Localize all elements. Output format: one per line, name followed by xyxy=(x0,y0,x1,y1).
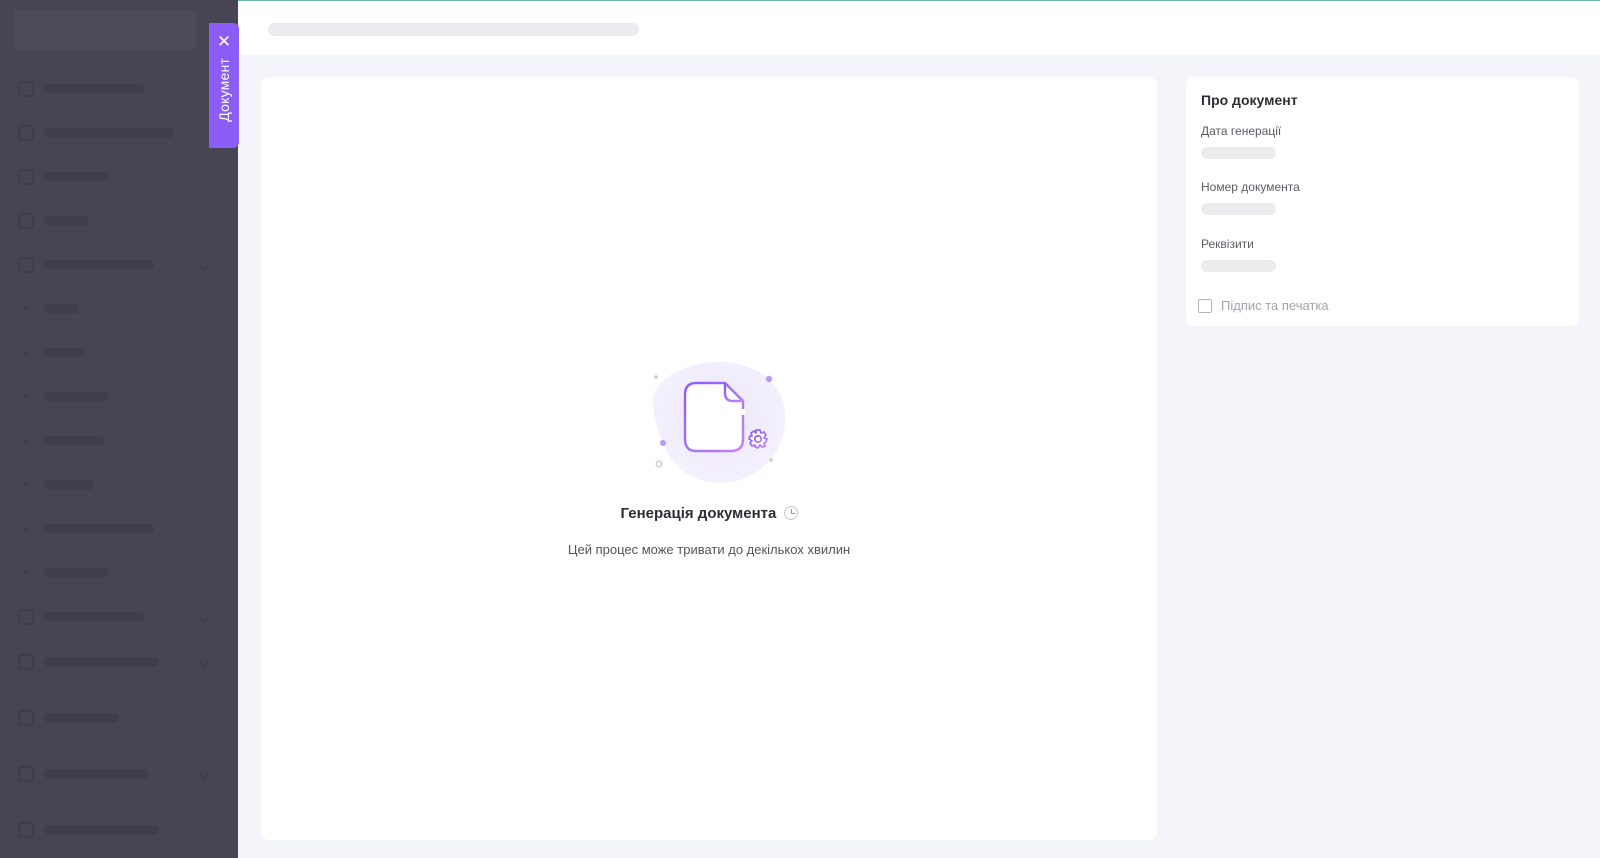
sidebar-subitem xyxy=(18,519,208,539)
sidebar-overlay xyxy=(0,0,238,858)
document-tab-label: Документ xyxy=(216,58,232,122)
chevron-down-icon xyxy=(198,656,210,668)
generation-subtitle: Цей процес може тривати до декількох хви… xyxy=(567,542,851,557)
sidebar-icon xyxy=(18,125,34,141)
document-number-skeleton xyxy=(1201,203,1276,215)
clock-icon xyxy=(783,506,798,520)
signature-stamp-checkbox[interactable] xyxy=(1198,298,1212,313)
sidebar-subitem xyxy=(18,431,208,451)
sidebar-item xyxy=(18,652,210,672)
about-document-title: Про документ xyxy=(1201,92,1298,108)
sidebar-item xyxy=(18,764,210,784)
header-title-skeleton xyxy=(268,23,639,36)
sidebar-icon xyxy=(18,710,34,726)
sidebar-item xyxy=(18,820,208,840)
sidebar-item xyxy=(18,167,208,187)
document-gear-icon xyxy=(652,361,786,483)
generation-date-skeleton xyxy=(1201,147,1276,159)
sidebar-icon xyxy=(18,257,34,273)
about-document-card: Про документ Дата генерації Номер докуме… xyxy=(1186,77,1579,326)
sidebar-logo-placeholder xyxy=(14,10,196,50)
generation-title-text: Генерація документа xyxy=(620,505,777,522)
drawer-header xyxy=(238,1,1600,55)
signature-stamp-label: Підпис та печатка xyxy=(1221,298,1329,313)
requisites-skeleton xyxy=(1201,260,1276,272)
sidebar-item xyxy=(18,79,208,99)
close-icon[interactable]: ✕ xyxy=(217,33,231,50)
signature-stamp-checkbox-row[interactable]: Підпис та печатка xyxy=(1198,298,1329,313)
sidebar-subitem xyxy=(18,563,208,583)
requisites-label: Реквізити xyxy=(1201,237,1254,251)
document-preview-card: Генерація документа Цей процес може трив… xyxy=(261,77,1157,840)
sidebar-icon xyxy=(18,654,34,670)
document-number-label: Номер документа xyxy=(1201,180,1300,194)
sidebar-icon xyxy=(18,822,34,838)
chevron-down-icon xyxy=(198,611,210,623)
sidebar-icon xyxy=(18,766,34,782)
sidebar-item xyxy=(18,607,210,627)
sidebar-icon xyxy=(18,81,34,97)
generation-title: Генерація документа xyxy=(261,505,1157,522)
sidebar-subitem xyxy=(18,343,208,363)
sidebar-icon xyxy=(18,213,34,229)
app-root: Генерація документа Цей процес може трив… xyxy=(0,0,1600,858)
sidebar-icon xyxy=(18,169,34,185)
generation-date-label: Дата генерації xyxy=(1201,124,1282,138)
sidebar-item xyxy=(18,211,208,231)
sidebar-subitem xyxy=(18,475,208,495)
sidebar-icon xyxy=(18,609,34,625)
chevron-down-icon xyxy=(198,768,210,780)
chevron-down-icon xyxy=(198,259,210,271)
sidebar-subitem xyxy=(18,299,208,319)
sidebar-subitem xyxy=(18,387,208,407)
sidebar-item xyxy=(18,123,208,143)
document-drawer-tab[interactable]: ✕ Документ xyxy=(209,23,239,148)
document-drawer: Генерація документа Цей процес може трив… xyxy=(238,0,1600,858)
sidebar-item xyxy=(18,255,210,275)
sidebar-item xyxy=(18,708,208,728)
